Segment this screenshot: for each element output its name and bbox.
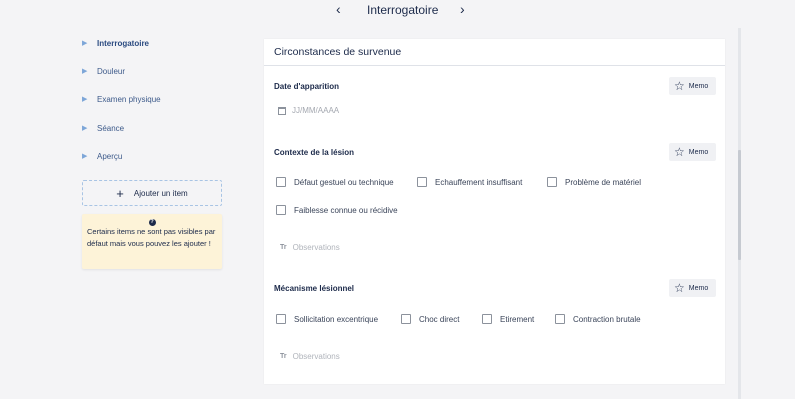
checkbox-label: Choc direct [419, 314, 460, 324]
scrollbar-thumb[interactable] [738, 150, 741, 260]
checkbox-label: Sollicitation excentrique [294, 314, 379, 324]
checkbox-box[interactable] [482, 314, 492, 324]
chevron-right-icon: ▶ [82, 68, 88, 76]
contexte-section-label: Contexte de la lésion [274, 148, 355, 157]
memo-button-contexte[interactable]: ☆ Memo [669, 143, 716, 161]
sidebar-item-label: Interrogatoire [97, 39, 150, 48]
page-title: Interrogatoire [367, 3, 439, 17]
observations-placeholder: Observations [292, 352, 340, 361]
sidebar-item-interrogatoire[interactable]: ▶ Interrogatoire [82, 38, 224, 66]
sidebar-item-douleur[interactable]: ▶ Douleur [82, 66, 224, 94]
scrollbar[interactable] [738, 28, 741, 399]
sidebar-item-label: Séance [97, 123, 125, 133]
checkbox-defaut-gestuel[interactable]: Défaut gestuel ou technique [276, 177, 394, 187]
divider [264, 65, 725, 66]
date-section-label: Date d'apparition [274, 82, 340, 91]
checkbox-etirement[interactable]: Etirement [482, 314, 534, 324]
checkbox-probleme-materiel[interactable]: Problème de matériel [547, 177, 641, 187]
observations-placeholder: Observations [292, 243, 340, 252]
sidebar-item-label: Douleur [97, 67, 126, 77]
plus-icon: + [116, 185, 124, 201]
memo-button-mecanisme[interactable]: ☆ Memo [669, 279, 716, 297]
checkbox-box[interactable] [276, 177, 286, 187]
date-input[interactable]: JJ/MM/AAAA [278, 106, 339, 115]
checkbox-box[interactable] [417, 177, 427, 187]
chevron-right-icon: ▶ [82, 152, 88, 160]
checkbox-label: Faiblesse connue ou récidive [294, 205, 398, 215]
text-format-icon: Tr [280, 244, 287, 251]
chevron-right-icon: ▶ [82, 40, 88, 47]
checkbox-box[interactable] [547, 177, 557, 187]
circonstances-card: Circonstances de survenue Date d'apparit… [264, 39, 725, 384]
checkbox-faiblesse[interactable]: Faiblesse connue ou récidive [276, 205, 398, 215]
checkbox-sollicitation[interactable]: Sollicitation excentrique [276, 314, 378, 324]
sidebar-item-apercu[interactable]: ▶ Aperçu [82, 151, 224, 179]
add-item-button[interactable]: + Ajouter un item [82, 180, 222, 206]
checkbox-contraction[interactable]: Contraction brutale [555, 314, 641, 324]
checkbox-label: Problème de matériel [565, 177, 642, 187]
question-icon: ? [148, 219, 156, 226]
star-icon: ☆ [674, 281, 685, 295]
chevron-right-icon[interactable]: › [460, 2, 465, 16]
checkbox-label: Défaut gestuel ou technique [294, 177, 394, 187]
chevron-right-icon: ▶ [82, 124, 88, 132]
checkbox-label: Etirement [500, 314, 535, 324]
checkbox-box[interactable] [276, 205, 286, 215]
memo-label: Memo [688, 284, 709, 292]
checkbox-echauffement[interactable]: Echauffement insuffisant [417, 177, 522, 187]
memo-button-date[interactable]: ☆ Memo [669, 77, 716, 95]
sidebar-item-label: Aperçu [97, 151, 123, 161]
add-item-label: Ajouter un item [133, 188, 188, 198]
chevron-right-icon: ▶ [82, 96, 88, 104]
info-text: Certains items ne sont pas visibles par … [87, 227, 216, 248]
checkbox-choc-direct[interactable]: Choc direct [401, 314, 459, 324]
sidebar-item-examen-physique[interactable]: ▶ Examen physique [82, 94, 224, 122]
sidebar-item-label: Examen physique [97, 95, 161, 105]
sidebar: ▶ Interrogatoire ▶ Douleur ▶ Examen phys… [82, 38, 224, 179]
top-navigation: ‹ Interrogatoire › [0, 0, 795, 20]
checkbox-box[interactable] [276, 314, 286, 324]
checkbox-box[interactable] [401, 314, 411, 324]
checkbox-label: Echauffement insuffisant [435, 177, 523, 187]
date-placeholder: JJ/MM/AAAA [292, 106, 340, 115]
info-box: ? Certains items ne sont pas visibles pa… [82, 214, 222, 269]
text-format-icon: Tr [280, 353, 287, 360]
memo-label: Memo [688, 82, 709, 90]
star-icon: ☆ [674, 145, 685, 159]
sidebar-item-seance[interactable]: ▶ Séance [82, 123, 224, 151]
calendar-icon [278, 106, 286, 115]
chevron-left-icon[interactable]: ‹ [336, 2, 341, 16]
checkbox-label: Contraction brutale [573, 314, 641, 324]
observations-input-contexte[interactable]: Tr Observations [280, 243, 340, 252]
card-title: Circonstances de survenue [274, 46, 402, 58]
mecanisme-section-label: Mécanisme lésionnel [274, 284, 355, 293]
checkbox-box[interactable] [555, 314, 565, 324]
star-icon: ☆ [674, 79, 685, 93]
memo-label: Memo [688, 148, 709, 156]
observations-input-mecanisme[interactable]: Tr Observations [280, 352, 340, 361]
